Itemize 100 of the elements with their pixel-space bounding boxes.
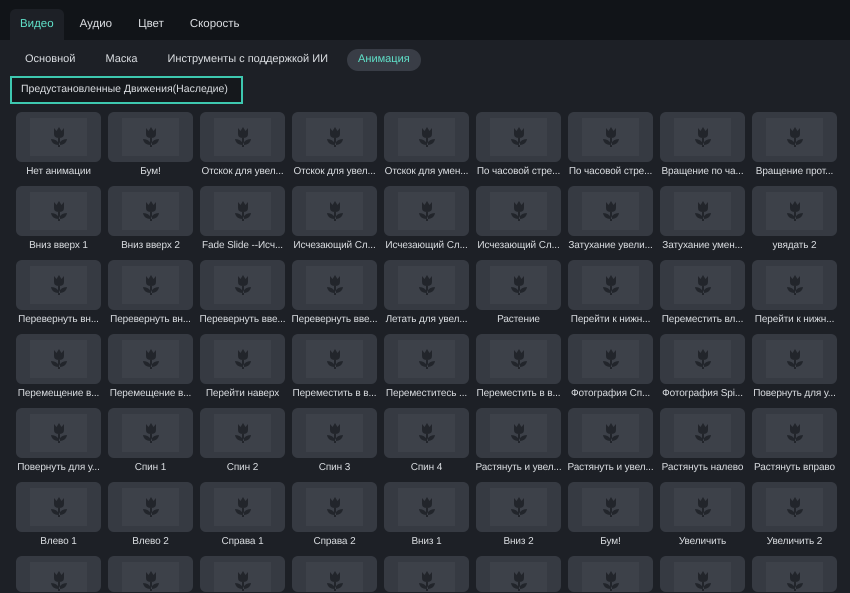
preset-item[interactable]: Перейти наверх	[200, 334, 285, 404]
preset-item[interactable]: Перевернуть вве...	[292, 260, 377, 330]
tab[interactable]: Скорость	[180, 9, 250, 40]
tulip-icon	[416, 274, 436, 296]
tulip-icon	[140, 200, 160, 222]
preset-item[interactable]: Увеличить	[660, 482, 745, 552]
preset-item[interactable]: Перемещение в...	[108, 334, 193, 404]
preset-item[interactable]: Бум!	[568, 482, 653, 552]
tulip-icon	[784, 496, 804, 518]
preset-item[interactable]: Отскок для увел...	[200, 112, 285, 182]
preset-item[interactable]: Перевернуть вн...	[108, 260, 193, 330]
preset-item[interactable]: Исчезающий Сл...	[476, 186, 561, 256]
tulip-icon	[692, 126, 712, 148]
preset-item[interactable]: Отскок для умен...	[384, 112, 469, 182]
tulip-icon	[600, 274, 620, 296]
tulip-icon	[324, 200, 344, 222]
tulip-icon	[48, 274, 68, 296]
tulip-icon	[692, 496, 712, 518]
preset-item[interactable]: Перемещение в...	[16, 334, 101, 404]
tulip-icon	[508, 126, 528, 148]
tulip-icon	[140, 274, 160, 296]
preset-item[interactable]: Вниз 2	[476, 482, 561, 552]
preset-item[interactable]: Растение	[476, 260, 561, 330]
preset-item[interactable]: Исчезающий Сл...	[384, 186, 469, 256]
preset-item[interactable]: Повернуть для у...	[752, 334, 837, 404]
tulip-icon	[508, 274, 528, 296]
tulip-icon	[48, 496, 68, 518]
preset-item[interactable]: Спин 4	[384, 408, 469, 478]
tulip-icon	[600, 200, 620, 222]
preset-item[interactable]: Затухание умен...	[660, 186, 745, 256]
preset-item[interactable]: Отскок для увел...	[292, 112, 377, 182]
tulip-icon	[48, 200, 68, 222]
tulip-icon	[232, 274, 252, 296]
tulip-icon	[784, 200, 804, 222]
preset-item[interactable]: Вниз вверх 1	[16, 186, 101, 256]
tulip-icon	[232, 496, 252, 518]
preset-item[interactable]: Влево 1	[16, 482, 101, 552]
tulip-icon	[140, 422, 160, 444]
tulip-icon	[232, 348, 252, 370]
preset-item[interactable]: Перейти к нижн...	[752, 260, 837, 330]
subtab[interactable]: Основной	[14, 48, 86, 70]
preset-item[interactable]: Спин 3	[292, 408, 377, 478]
preset-item[interactable]: Увеличить 2	[752, 482, 837, 552]
preset-item[interactable]: Перейти к нижн...	[568, 260, 653, 330]
preset-item[interactable]: Переместить вл...	[660, 260, 745, 330]
tulip-icon	[416, 422, 436, 444]
preset-item[interactable]: Фотография Spi...	[660, 334, 745, 404]
preset-item[interactable]: Бум!	[108, 112, 193, 182]
preset-item[interactable]: Вращение по ча...	[660, 112, 745, 182]
preset-item[interactable]: Справа 1	[200, 482, 285, 552]
preset-item[interactable]: Переместить в в...	[476, 334, 561, 404]
preset-item[interactable]: Спин 2	[200, 408, 285, 478]
tulip-icon	[140, 496, 160, 518]
preset-item[interactable]: Перевернуть вве...	[200, 260, 285, 330]
tulip-icon	[324, 496, 344, 518]
tulip-icon	[140, 348, 160, 370]
preset-item[interactable]: Растянуть налево	[660, 408, 745, 478]
preset-item[interactable]: Исчезающий Сл...	[292, 186, 377, 256]
tulip-icon	[784, 422, 804, 444]
preset-item[interactable]: Вниз 1	[384, 482, 469, 552]
subtab[interactable]: Маска	[94, 48, 149, 70]
preset-item[interactable]: Нет анимации	[16, 112, 101, 182]
preset-item[interactable]: увядать 2	[752, 186, 837, 256]
tulip-icon	[508, 348, 528, 370]
tulip-icon	[232, 126, 252, 148]
category-dropdown[interactable]: Предустановленные Движения(Наследие)	[10, 76, 243, 104]
preset-item[interactable]: Фотография Сп...	[568, 334, 653, 404]
tulip-icon	[324, 126, 344, 148]
preset-item[interactable]: Летать для увел...	[384, 260, 469, 330]
preset-item[interactable]: По часовой стре...	[568, 112, 653, 182]
preset-item[interactable]: Растянуть вправо	[752, 408, 837, 478]
tulip-icon	[600, 422, 620, 444]
preset-item[interactable]: Fade Slide --Исч...	[200, 186, 285, 256]
tab[interactable]: Видео	[10, 9, 64, 40]
preset-item[interactable]: Спин 1	[108, 408, 193, 478]
preset-item[interactable]: Повернуть для у...	[16, 408, 101, 478]
preset-item[interactable]: Перевернуть вн...	[16, 260, 101, 330]
preset-item[interactable]: Вращение прот...	[752, 112, 837, 182]
preset-item[interactable]: Затухание увели...	[568, 186, 653, 256]
tulip-icon	[48, 348, 68, 370]
preset-item[interactable]: По часовой стре...	[476, 112, 561, 182]
preset-item[interactable]: Переместить в в...	[292, 334, 377, 404]
tulip-icon	[232, 422, 252, 444]
tulip-icon	[508, 200, 528, 222]
tulip-icon	[784, 126, 804, 148]
tulip-icon	[48, 126, 68, 148]
preset-item[interactable]: Растянуть и увел...	[568, 408, 653, 478]
tulip-icon	[508, 496, 528, 518]
preset-item[interactable]: Переместитесь ...	[384, 334, 469, 404]
preset-item[interactable]: Справа 2	[292, 482, 377, 552]
preset-item[interactable]: Растянуть и увел...	[476, 408, 561, 478]
tulip-icon	[48, 422, 68, 444]
preset-item[interactable]: Влево 2	[108, 482, 193, 552]
tulip-icon	[508, 422, 528, 444]
preset-item[interactable]: Вниз вверх 2	[108, 186, 193, 256]
tab[interactable]: Аудио	[70, 9, 122, 40]
subtab[interactable]: Инструменты с поддержкой ИИ	[156, 48, 340, 70]
subtab[interactable]: Анимация	[347, 48, 421, 70]
tulip-icon	[324, 274, 344, 296]
tab[interactable]: Цвет	[128, 9, 174, 40]
